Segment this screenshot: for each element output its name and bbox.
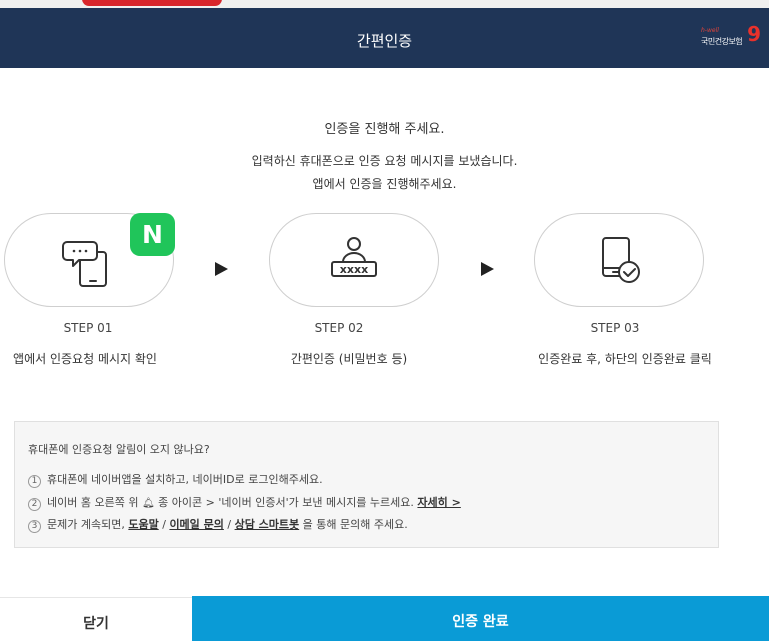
intro-line-1: 인증을 진행해 주세요.: [324, 122, 445, 137]
help-box: 휴대폰에 인증요청 알림이 오지 않나요? 1 휴대폰에 네이버앱을 설치하고, …: [14, 421, 719, 548]
close-button[interactable]: 닫기: [0, 597, 192, 641]
logo-mark-icon: 9: [747, 22, 761, 46]
help-link[interactable]: 도움말: [128, 518, 158, 531]
naver-app-badge: N: [130, 213, 175, 256]
intro-line-2: 입력하신 휴대폰으로 인증 요청 메시지를 보냈습니다.: [251, 154, 518, 168]
step-2-desc: 간편인증 (비밀번호 등): [290, 352, 408, 366]
step-3-number: STEP 03: [590, 321, 640, 335]
step-1-number: STEP 01: [63, 321, 113, 335]
bell-icon: 🔔︎: [141, 498, 155, 509]
separator: /: [162, 518, 166, 531]
arrow-right-icon: [481, 262, 494, 276]
help-item-2-pre: 네이버 홈 오른쪽 위: [47, 496, 139, 509]
phone-message-icon: [62, 241, 107, 287]
step-2-number: STEP 02: [314, 321, 364, 335]
intro-line-3: 앱에서 인증을 진행해주세요.: [312, 177, 457, 191]
logo-hwell-text: h-well: [701, 27, 719, 34]
help-item-2-post: 종 아이콘 > '네이버 인증서'가 보낸 메시지를 누르세요.: [158, 496, 414, 509]
help-item-1-text: 휴대폰에 네이버앱을 설치하고, 네이버ID로 로그인해주세요.: [47, 473, 323, 486]
chatbot-link[interactable]: 상담 스마트봇: [235, 518, 300, 531]
number-1-icon: 1: [28, 475, 41, 488]
help-item-2: 2 네이버 홈 오른쪽 위 🔔︎ 종 아이콘 > '네이버 인증서'가 보낸 메시…: [28, 494, 461, 511]
step-2-pill: xxxx: [269, 213, 439, 307]
details-link[interactable]: 자세히 >: [417, 496, 460, 509]
number-3-icon: 3: [28, 520, 41, 533]
step-3-pill: [534, 213, 704, 307]
page-title: 간편인증: [356, 32, 413, 50]
help-title: 휴대폰에 인증요청 알림이 오지 않나요?: [28, 443, 210, 456]
help-item-3-pre: 문제가 계속되면,: [47, 518, 125, 531]
separator: /: [227, 518, 232, 531]
step-1-desc: 앱에서 인증요청 메시지 확인: [13, 352, 157, 366]
step-3-desc: 인증완료 후, 하단의 인증완료 클릭: [538, 352, 712, 366]
email-inquiry-link[interactable]: 이메일 문의: [169, 518, 223, 531]
user-password-icon: xxxx: [331, 237, 377, 277]
help-item-3: 3 문제가 계속되면, 도움말 / 이메일 문의 / 상담 스마트봇 을 통해 문…: [28, 516, 408, 533]
arrow-right-icon: [215, 262, 228, 276]
auth-complete-button[interactable]: 인증 완료: [192, 596, 769, 641]
help-item-1: 1 휴대폰에 네이버앱을 설치하고, 네이버ID로 로그인해주세요.: [28, 471, 323, 488]
svg-text:xxxx: xxxx: [340, 263, 368, 276]
top-tab-pill: [82, 0, 222, 6]
modal-header: 간편인증 h-well 국민건강보험 9: [0, 8, 769, 68]
browser-top-strip: [0, 0, 769, 8]
help-item-3-post: 을 통해 문의해 주세요.: [302, 518, 408, 531]
logo-text: 국민건강보험: [701, 37, 743, 46]
phone-check-icon: [602, 237, 640, 283]
nhis-logo: h-well 국민건강보험 9: [691, 22, 761, 52]
number-2-icon: 2: [28, 498, 41, 511]
